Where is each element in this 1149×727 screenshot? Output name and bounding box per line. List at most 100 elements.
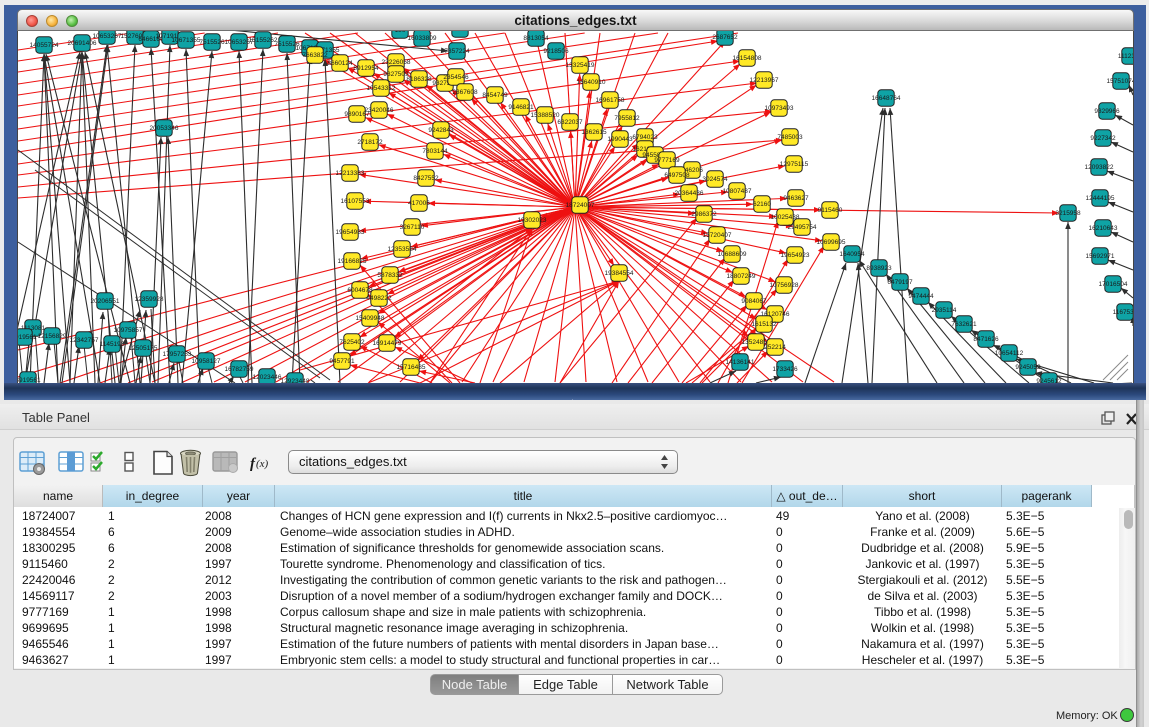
svg-text:9227342: 9227342	[1090, 135, 1116, 142]
svg-text:16210643: 16210643	[1089, 225, 1118, 232]
svg-text:18724007: 18724007	[566, 202, 595, 209]
svg-text:2687652: 2687652	[712, 34, 738, 41]
svg-text:2718172: 2718172	[357, 139, 383, 146]
svg-text:1733426: 1733426	[772, 366, 798, 373]
svg-text:19654983: 19654983	[336, 229, 365, 236]
svg-text:9146821: 9146821	[508, 104, 534, 111]
svg-text:7663822: 7663822	[302, 52, 328, 59]
svg-text:6479197: 6479197	[887, 279, 913, 286]
svg-text:10699695: 10699695	[817, 239, 846, 246]
svg-text:252214: 252214	[764, 344, 786, 351]
svg-text:9890167: 9890167	[344, 111, 370, 118]
svg-text:2354546: 2354546	[443, 74, 469, 81]
svg-text:8938923: 8938923	[866, 265, 892, 272]
svg-text:9463627: 9463627	[783, 195, 809, 202]
svg-text:12213383: 12213383	[336, 170, 365, 177]
svg-text:7485003: 7485003	[777, 134, 803, 141]
svg-text:6794023: 6794023	[632, 134, 658, 141]
svg-text:7357224: 7357224	[444, 48, 470, 55]
svg-text:10973493: 10973493	[765, 105, 794, 112]
svg-text:8427552: 8427552	[413, 175, 439, 182]
svg-text:16107553: 16107553	[341, 198, 370, 205]
svg-text:1112306: 1112306	[1118, 53, 1133, 60]
svg-text:3919561: 3919561	[18, 334, 37, 341]
svg-text:18807249: 18807249	[727, 273, 756, 280]
svg-text:9474444: 9474444	[908, 293, 934, 300]
svg-text:17016504: 17016504	[1099, 281, 1128, 288]
svg-text:7955812: 7955812	[614, 115, 640, 122]
svg-text:16640910: 16640910	[577, 79, 606, 86]
svg-text:29495754: 29495754	[788, 224, 817, 231]
svg-text:6004678: 6004678	[347, 287, 373, 294]
svg-text:9084067: 9084067	[741, 298, 767, 305]
svg-text:7625402: 7625402	[339, 339, 365, 346]
svg-text:17957253: 17957253	[163, 351, 192, 358]
svg-text:12156829: 12156829	[38, 333, 67, 340]
svg-text:15409948: 15409948	[356, 315, 385, 322]
svg-text:15388520: 15388520	[531, 112, 560, 119]
svg-text:10756928: 10756928	[770, 282, 799, 289]
svg-text:8454749: 8454749	[482, 92, 508, 99]
svg-text:20206551: 20206551	[91, 298, 120, 305]
svg-text:20053346: 20053346	[150, 125, 179, 132]
svg-text:12353584: 12353584	[388, 246, 417, 253]
svg-text:9245612: 9245612	[1036, 378, 1062, 383]
svg-text:4498222: 4498222	[366, 295, 392, 302]
svg-text:9329966: 9329966	[1094, 108, 1120, 115]
svg-text:14136141: 14136141	[726, 359, 755, 366]
svg-text:12342757: 12342757	[70, 337, 99, 344]
svg-text:6322037: 6322037	[557, 119, 583, 126]
svg-text:2367608: 2367608	[452, 89, 478, 96]
svg-text:8813054: 8813054	[523, 35, 549, 42]
svg-text:1167534: 1167534	[1113, 309, 1133, 316]
svg-text:12505175: 12505175	[129, 345, 158, 352]
svg-text:1990443: 1990443	[607, 136, 633, 143]
svg-text:(x): (x)	[256, 458, 269, 470]
svg-text:9218506: 9218506	[543, 48, 569, 55]
svg-text:12359928: 12359928	[135, 296, 164, 303]
svg-text:5878332: 5878332	[377, 272, 403, 279]
svg-text:14055724: 14055724	[30, 42, 59, 49]
svg-text:3215958: 3215958	[1055, 210, 1081, 217]
svg-text:8660124: 8660124	[327, 60, 353, 67]
svg-text:10653267: 10653267	[93, 33, 122, 40]
svg-text:9327509: 9327509	[383, 71, 409, 78]
svg-text:9777169: 9777169	[654, 157, 680, 164]
svg-text:15751074: 15751074	[1107, 78, 1133, 85]
svg-text:1145193: 1145193	[100, 341, 125, 348]
svg-text:19654923: 19654923	[781, 252, 810, 259]
svg-text:7515526: 7515526	[199, 39, 225, 46]
svg-text:9242843: 9242843	[428, 127, 454, 134]
svg-text:7803144: 7803144	[422, 148, 448, 155]
svg-text:13325419: 13325419	[566, 62, 595, 69]
svg-text:12444195: 12444195	[1086, 195, 1115, 202]
svg-text:16154808: 16154808	[733, 55, 762, 62]
svg-text:15720407: 15720407	[703, 232, 732, 239]
svg-text:7632621: 7632621	[951, 321, 977, 328]
svg-text:12213967: 12213967	[750, 77, 779, 84]
svg-text:3919561: 3919561	[18, 377, 41, 383]
svg-text:10543312: 10543312	[367, 85, 396, 92]
svg-text:10958127: 10958127	[192, 358, 221, 365]
svg-text:12975115: 12975115	[780, 161, 809, 168]
svg-text:62160: 62160	[753, 201, 771, 208]
svg-text:9115460: 9115460	[818, 207, 843, 214]
svg-text:16914479: 16914479	[373, 340, 402, 347]
svg-text:16033809: 16033809	[408, 35, 437, 42]
svg-text:12093822: 12093822	[1085, 164, 1114, 171]
svg-text:15692971: 15692971	[1086, 253, 1115, 260]
svg-text:12923448: 12923448	[281, 378, 310, 383]
svg-text:9457791: 9457791	[329, 358, 355, 365]
svg-text:8186328: 8186328	[406, 76, 432, 83]
svg-text:23226058: 23226058	[382, 59, 411, 66]
svg-text:2935114: 2935114	[932, 307, 957, 314]
svg-text:19166825: 19166825	[338, 258, 367, 265]
svg-text:20364436: 20364436	[675, 190, 704, 197]
svg-text:417006: 417006	[408, 200, 430, 207]
svg-text:16782759: 16782759	[225, 366, 254, 373]
svg-text:1640954: 1640954	[839, 251, 865, 258]
svg-text:3267110: 3267110	[400, 224, 425, 231]
svg-text:8912954: 8912954	[353, 65, 379, 72]
svg-text:19302023: 19302023	[518, 217, 547, 224]
svg-text:2986372: 2986372	[691, 211, 717, 218]
